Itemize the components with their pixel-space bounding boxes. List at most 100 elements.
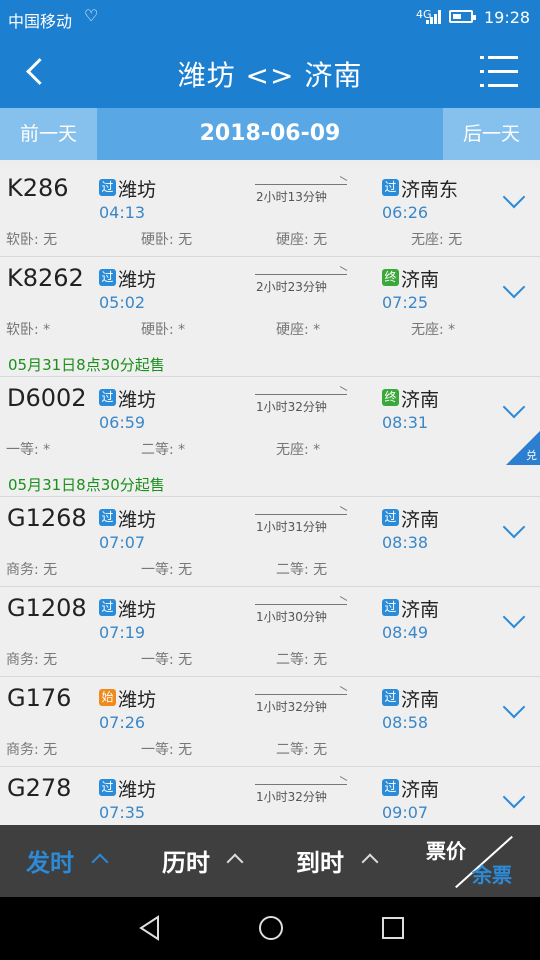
arrive-time: 08:49 [382,623,429,642]
chevron-down-icon[interactable] [502,185,526,209]
from-status-badge: 过 [99,269,116,286]
to-station: 济南 [401,779,440,801]
depart-time: 04:13 [99,203,146,222]
to-status-badge: 过 [382,599,399,616]
train-row[interactable]: K286 过潍坊 04:13 2小时13分钟过济南东 06:26 软卧: 无硬卧: 无硬座… [0,167,540,257]
sort-depart-button[interactable]: 发时 [26,843,74,878]
chevron-down-icon[interactable] [502,785,526,809]
arrive-time: 08:38 [382,533,429,552]
from-status-badge: 过 [99,509,116,526]
seat-availability: 商务: 无 [6,652,58,668]
train-row[interactable]: D6002 过潍坊 06:59 1小时32分钟 终济南 08:31 一等: * 二等: * 无座… [0,377,540,497]
train-number: G278 [7,774,72,802]
seat-availability: 商务: 无 [6,742,58,758]
seat-availability: 二等: 无 [276,562,328,578]
to-station: 济南 [401,389,440,411]
to-status-badge: 过 [382,179,399,196]
seat-availability: 硬座: * [276,322,321,338]
signal-icon [426,10,442,24]
arrow-right-icon [255,694,347,695]
arrive-time: 08:58 [382,713,429,732]
arrive-time: 09:07 [382,803,429,822]
nav-recent-icon[interactable] [378,913,408,943]
sort-duration-button[interactable]: 历时 [162,843,210,878]
train-number: K286 [7,174,69,202]
from-station: 潍坊 [118,509,157,531]
seat-availability: 一等: 无 [141,742,193,758]
seat-availability: 软卧: * [6,322,51,338]
sort-remain-button[interactable]: 余票 [472,859,512,888]
train-row[interactable]: G1208 过潍坊 07:19 1小时30分钟过济南 08:49 商务: 无一等: 无二等… [0,587,540,677]
seat-availability: 硬座: 无 [276,232,328,248]
nav-back-icon[interactable] [136,913,166,943]
from-station: 潍坊 [118,179,157,201]
from-station: 潍坊 [118,389,157,411]
seat-availability: 无座: * [276,442,321,458]
arrive-time: 06:26 [382,203,429,222]
page-title: 潍坊 <> 济南 [177,59,363,92]
heart-pulse-icon: ♡ [84,6,99,25]
carrier-name: 中国移动 [8,12,73,31]
selected-date[interactable]: 2018-06-09 [97,108,443,160]
train-number: G176 [7,684,72,712]
to-status-badge: 终 [382,389,399,406]
to-station: 济南 [401,689,440,711]
sale-notice: 05月31日8点30分起售 [8,356,165,374]
train-row[interactable]: G278 过潍坊 07:35 1小时32分钟过济南 09:07 [0,767,540,825]
duration: 1小时30分钟 [256,610,327,624]
date-bar: 前一天 2018-06-09 后一天 [0,108,540,160]
menu-list-icon[interactable] [480,56,518,88]
depart-time: 07:35 [99,803,146,822]
prev-day-button[interactable]: 前一天 [0,108,97,160]
from-station: 潍坊 [118,689,157,711]
chevron-down-icon[interactable] [502,275,526,299]
system-nav-bar [0,897,540,960]
from-status-badge: 过 [99,599,116,616]
train-number: D6002 [7,384,87,412]
to-station: 济南东 [401,179,459,201]
from-station: 潍坊 [118,269,157,291]
sort-price-button[interactable]: 票价 [426,835,466,864]
to-status-badge: 过 [382,689,399,706]
to-status-badge: 过 [382,509,399,526]
chevron-down-icon[interactable] [502,515,526,539]
clock: 19:28 [484,8,531,27]
duration: 1小时31分钟 [256,520,327,534]
duration: 2小时13分钟 [256,190,327,204]
train-row[interactable]: K8262 过潍坊 05:02 2小时23分钟 终济南 07:25 软卧: * 硬卧: * 硬座… [0,257,540,377]
depart-time: 07:19 [99,623,146,642]
duration: 1小时32分钟 [256,790,327,804]
seat-availability: 硬卧: * [141,322,186,338]
sale-notice: 05月31日8点30分起售 [8,476,165,494]
sort-bar: 发时 历时 到时 票价 余票 [0,825,540,897]
nav-home-icon[interactable] [256,913,286,943]
depart-time: 06:59 [99,413,146,432]
train-number: K8262 [7,264,84,292]
train-row[interactable]: G1268 过潍坊 07:07 1小时31分钟过济南 08:38 商务: 无一等: 无二等… [0,497,540,587]
chevron-down-icon[interactable] [502,395,526,419]
to-status-badge: 终 [382,269,399,286]
train-row[interactable]: G176 始潍坊 07:26 1小时32分钟 过济南 08:58 商务: 无 一等: 无 二等:… [0,677,540,767]
train-list[interactable]: K286 过潍坊 04:13 2小时13分钟过济南东 06:26 软卧: 无硬卧: 无硬座… [0,167,540,825]
to-station: 济南 [401,599,440,621]
seat-availability: 二等: * [141,442,186,458]
from-status-badge: 过 [99,779,116,796]
seat-availability: 二等: 无 [276,652,328,668]
arrow-right-icon [255,604,347,605]
arrow-right-icon [255,394,347,395]
from-status-badge: 过 [99,179,116,196]
duration: 2小时23分钟 [256,280,327,294]
to-station: 济南 [401,509,440,531]
chevron-down-icon[interactable] [502,605,526,629]
next-day-button[interactable]: 后一天 [443,108,540,160]
chevron-up-icon [91,853,109,871]
redeem-label: 兑 [526,449,537,462]
sort-arrive-button[interactable]: 到时 [296,843,344,878]
chevron-down-icon[interactable] [502,695,526,719]
battery-icon [449,10,476,23]
arrive-time: 08:31 [382,413,429,432]
depart-time: 07:26 [99,713,146,732]
seat-availability: 商务: 无 [6,562,58,578]
seat-availability: 无座: * [411,322,456,338]
seat-availability: 一等: 无 [141,562,193,578]
